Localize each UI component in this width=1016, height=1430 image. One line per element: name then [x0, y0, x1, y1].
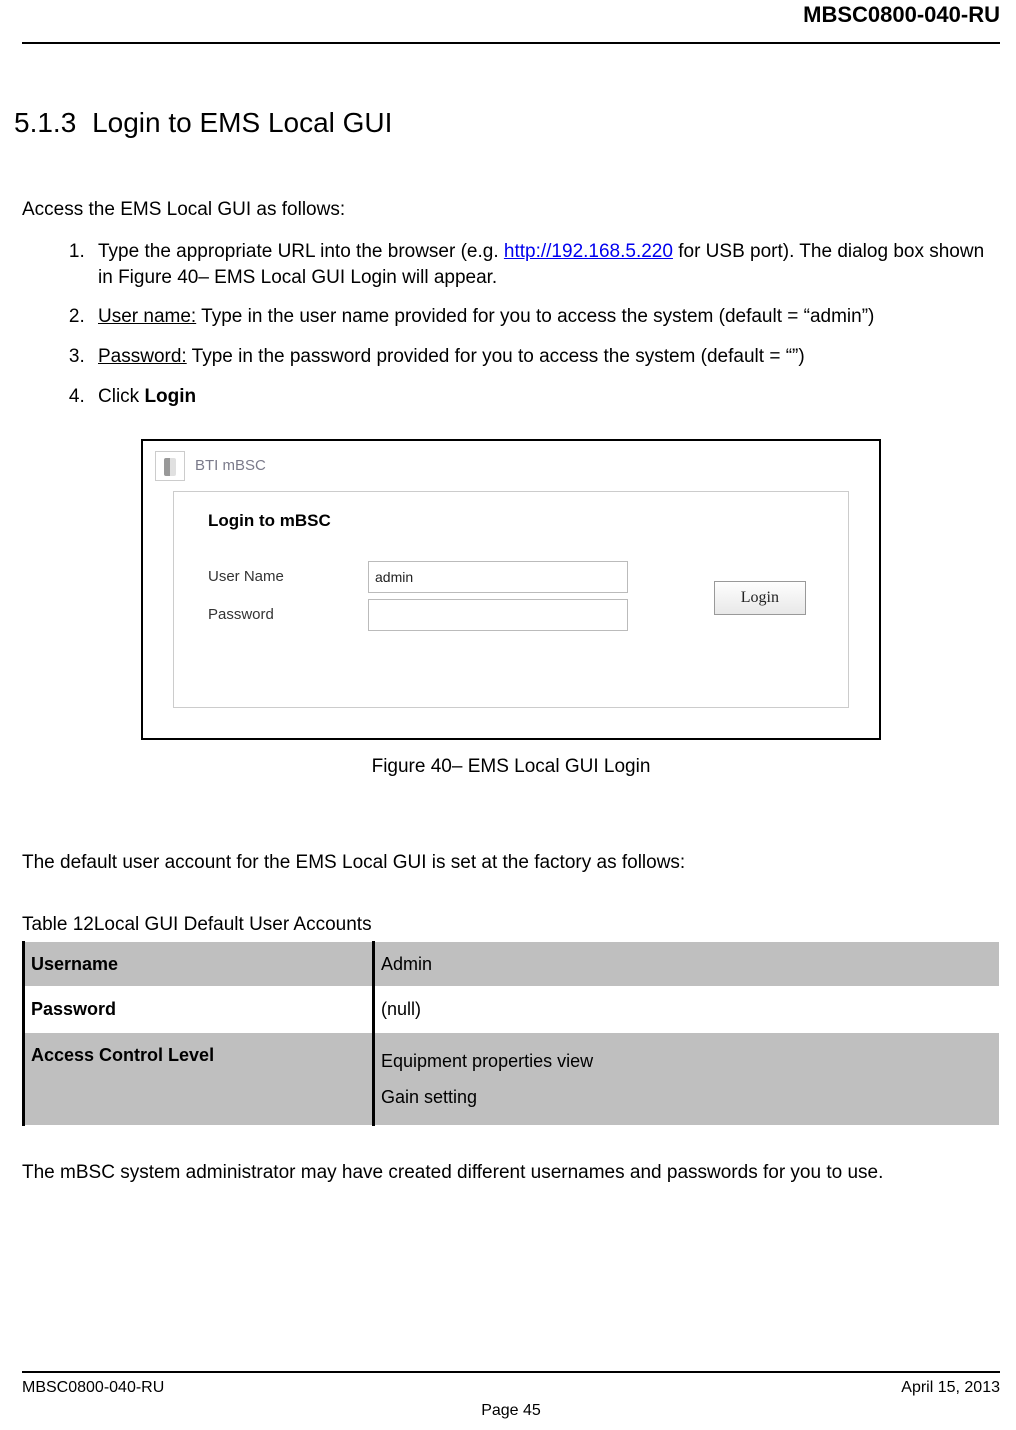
- step-2-rest: Type in the user name provided for you t…: [196, 306, 874, 327]
- login-panel: Login to mBSC User Name Password Login: [173, 491, 849, 708]
- default-accounts-table: Username Admin Password (null) Access Co…: [22, 941, 1000, 1126]
- intro-paragraph: Access the EMS Local GUI as follows:: [22, 197, 1000, 223]
- table-cell-value: Admin: [374, 942, 1000, 987]
- figure-caption: Figure 40– EMS Local GUI Login: [22, 754, 1000, 780]
- password-label: Password: [208, 605, 368, 625]
- step-4-bold: Login: [144, 386, 196, 407]
- steps-list: Type the appropriate URL into the browse…: [90, 239, 1000, 409]
- step-2: User name: Type in the user name provide…: [90, 304, 1000, 330]
- table-cell-label: Username: [24, 942, 374, 987]
- password-input[interactable]: [368, 599, 628, 631]
- section-number: 5.1.3: [14, 107, 76, 138]
- footer-page-number: Page 45: [22, 1400, 1000, 1422]
- login-heading: Login to mBSC: [208, 510, 818, 533]
- step-4-prefix: Click: [98, 386, 144, 407]
- page-header-docid: MBSC0800-040-RU: [22, 0, 1000, 34]
- section-heading: 5.1.3 Login to EMS Local GUI: [14, 104, 1000, 142]
- step-2-term: User name:: [98, 306, 196, 327]
- app-logo-icon: [155, 451, 185, 481]
- footer-docid: MBSC0800-040-RU: [22, 1377, 164, 1399]
- para-after-figure: The default user account for the EMS Loc…: [22, 850, 1000, 876]
- step-1-url-link[interactable]: http://192.168.5.220: [504, 241, 673, 262]
- table-cell-value: Equipment properties view Gain setting: [374, 1032, 1000, 1125]
- login-figure: BTI mBSC Login to mBSC User Name Passwor…: [141, 439, 881, 740]
- username-input[interactable]: [368, 561, 628, 593]
- section-title: Login to EMS Local GUI: [92, 107, 392, 138]
- acl-line2: Gain setting: [381, 1087, 477, 1107]
- username-label: User Name: [208, 567, 368, 587]
- step-3: Password: Type in the password provided …: [90, 344, 1000, 370]
- acl-line1: Equipment properties view: [381, 1051, 593, 1071]
- app-title: BTI mBSC: [195, 456, 266, 476]
- step-1-prefix: Type the appropriate URL into the browse…: [98, 241, 504, 262]
- closing-paragraph: The mBSC system administrator may have c…: [22, 1160, 1000, 1186]
- header-rule: [22, 42, 1000, 44]
- table-cell-value: (null): [374, 987, 1000, 1032]
- table-cell-label: Password: [24, 987, 374, 1032]
- step-3-term: Password:: [98, 346, 187, 367]
- table-row: Password (null): [24, 987, 1000, 1032]
- step-1: Type the appropriate URL into the browse…: [90, 239, 1000, 290]
- table-cell-label: Access Control Level: [24, 1032, 374, 1125]
- table-caption: Table 12Local GUI Default User Accounts: [22, 912, 1000, 938]
- figure-header: BTI mBSC: [143, 441, 879, 485]
- table-row: Username Admin: [24, 942, 1000, 987]
- page-footer: MBSC0800-040-RU April 15, 2013 Page 45: [22, 1371, 1000, 1422]
- footer-date: April 15, 2013: [901, 1377, 1000, 1399]
- step-4: Click Login: [90, 384, 1000, 410]
- table-row: Access Control Level Equipment propertie…: [24, 1032, 1000, 1125]
- step-3-rest: Type in the password provided for you to…: [187, 346, 805, 367]
- login-button[interactable]: Login: [714, 581, 806, 615]
